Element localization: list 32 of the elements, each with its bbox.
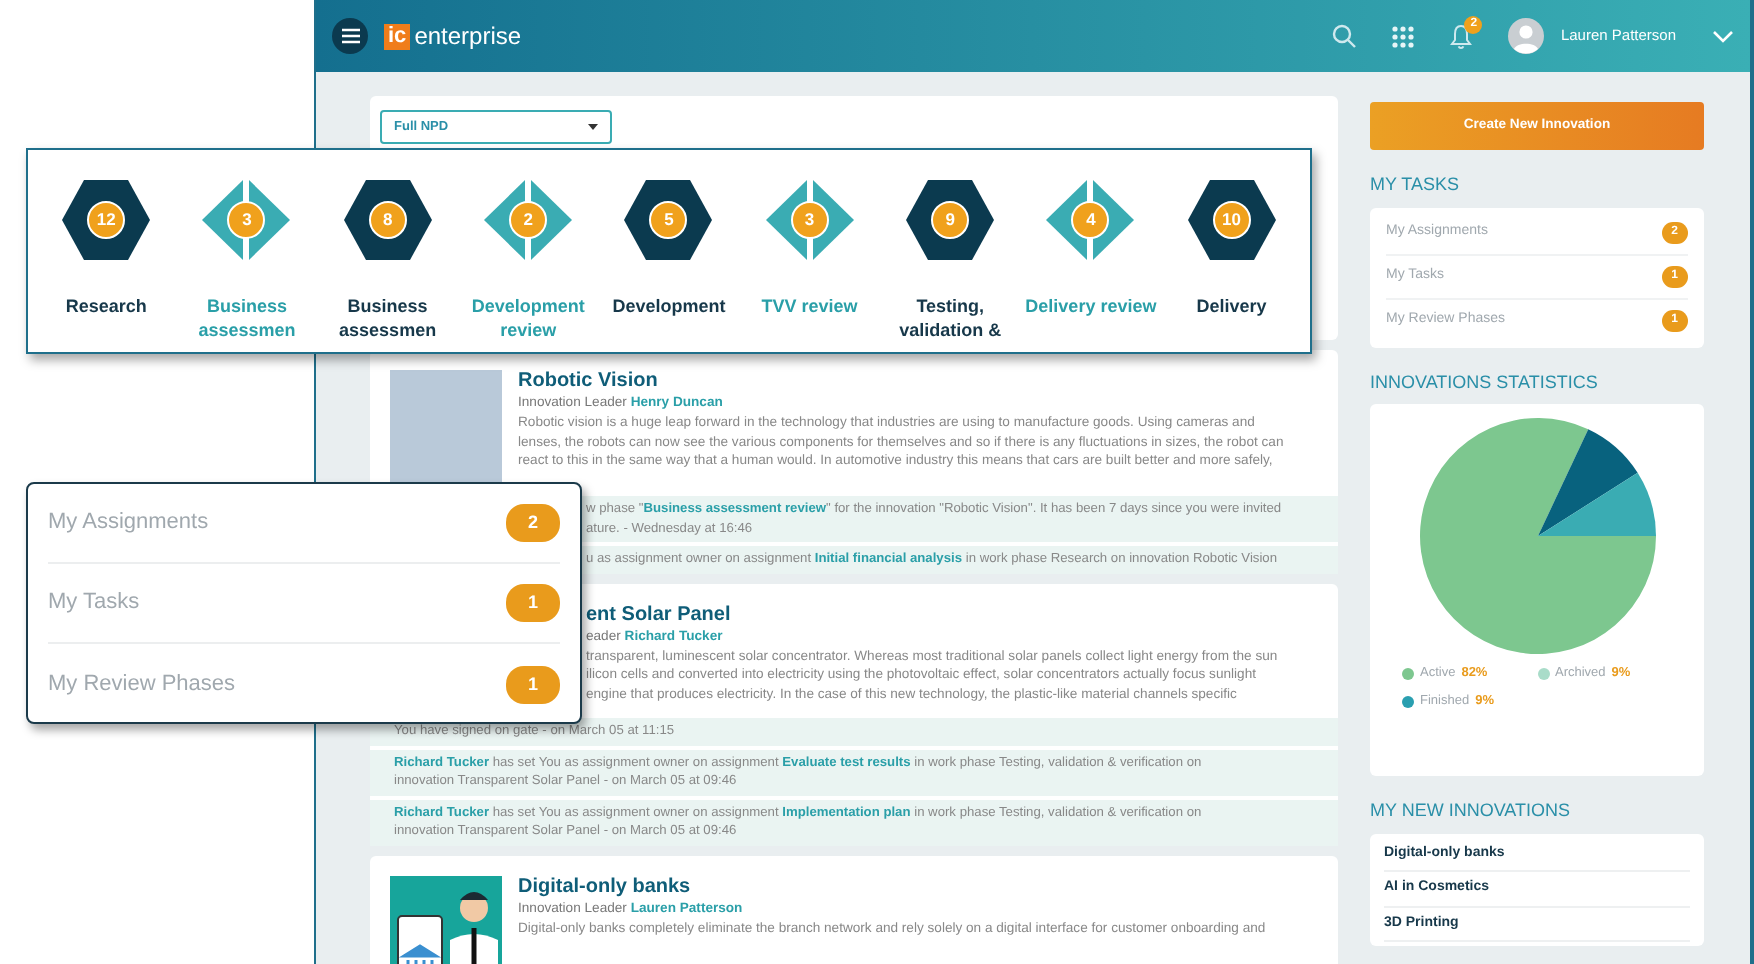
task-link[interactable]: My Review Phases (48, 667, 236, 701)
phase-label[interactable]: Delivery review (1025, 294, 1157, 318)
phase-label[interactable]: Business assessmen (176, 294, 317, 342)
innovation-title[interactable]: Robotic Vision (518, 370, 1284, 394)
task-link[interactable]: My Tasks (48, 586, 140, 620)
innovation-title[interactable]: ent Solar Panel (586, 603, 1278, 627)
count-badge: 2 (506, 504, 560, 542)
phase-label[interactable]: Research (65, 294, 147, 318)
count-badge: 1 (506, 665, 560, 703)
logo-mark: ic (384, 23, 411, 49)
photo-placeholder (390, 370, 502, 482)
task-link[interactable]: My Assignments (48, 506, 209, 540)
bell-icon[interactable] (1450, 23, 1473, 49)
avatar[interactable] (1508, 18, 1545, 54)
section-heading: MY NEW INNOVATIONS (1370, 798, 1573, 825)
section-heading: INNOVATIONS STATISTICS (1370, 369, 1600, 396)
logo-text: enterprise (414, 20, 522, 54)
menu-icon (341, 28, 359, 44)
phase-label[interactable]: TVV review (761, 294, 858, 318)
phase-label[interactable]: Delivery (1196, 294, 1267, 318)
search-icon[interactable] (1332, 24, 1357, 48)
phase-label[interactable]: Business assessmen (317, 294, 458, 342)
section-heading: MY TASKS (1370, 172, 1462, 199)
chevron-down-icon[interactable] (1712, 29, 1734, 43)
phase-label[interactable]: Development (612, 294, 726, 318)
menu-button[interactable] (332, 18, 368, 54)
count-badge: 1 (506, 584, 560, 622)
apps-grid-icon[interactable] (1392, 25, 1415, 47)
caret-icon (588, 124, 598, 130)
phase-label[interactable]: Testing, validation & (880, 294, 1021, 342)
innovation-title[interactable]: Digital-only banks (518, 875, 1266, 900)
phase-label[interactable]: Development review (458, 294, 599, 342)
